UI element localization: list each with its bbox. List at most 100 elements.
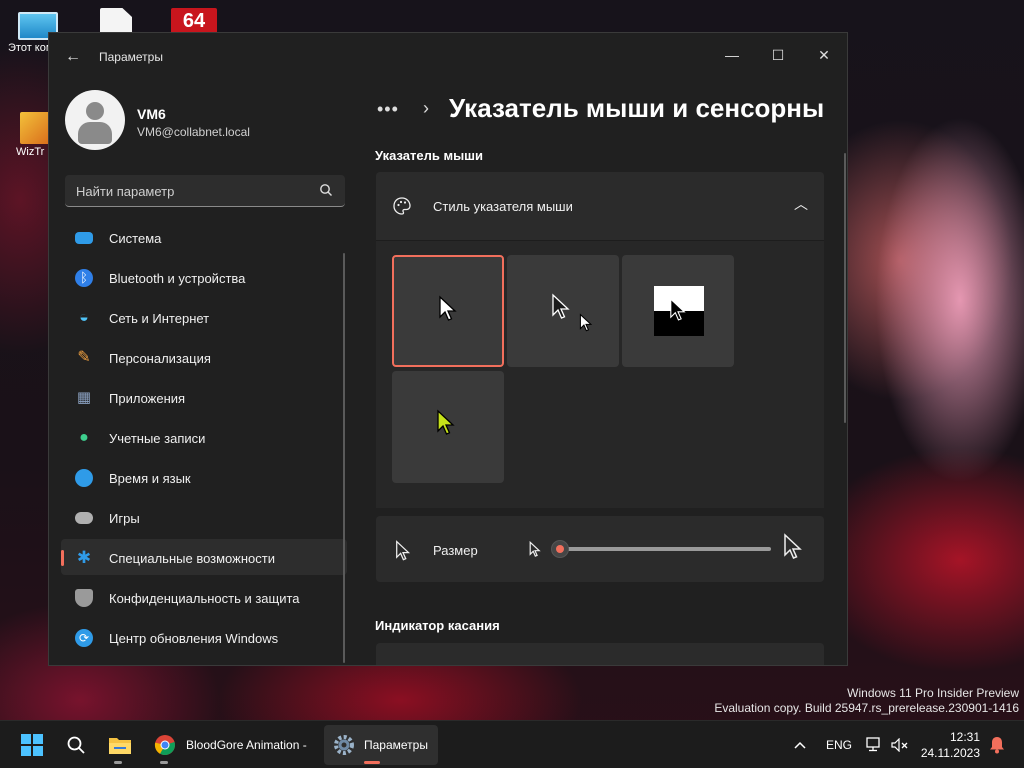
update-icon: ⟳ <box>75 629 93 647</box>
page-title: Указатель мыши и сенсорны <box>449 93 825 123</box>
cursor-black-icon <box>552 293 570 319</box>
sidebar-item-system[interactable]: Система <box>61 219 347 255</box>
cursor-inverted-icon <box>670 297 686 321</box>
watermark-line-2: Evaluation copy. Build 25947.rs_prerelea… <box>714 701 1019 715</box>
sidebar-item-gaming[interactable]: Игры <box>61 499 347 535</box>
search-input[interactable]: Найти параметр <box>65 175 345 207</box>
pointer-style-black[interactable] <box>507 255 619 367</box>
pointer-style-header[interactable]: Стиль указателя мыши ︿ <box>376 172 824 240</box>
clock-date: 24.11.2023 <box>920 746 980 760</box>
show-hidden-icons-button[interactable] <box>788 721 812 768</box>
wifi-icon: ◒ <box>79 309 89 326</box>
title-bar[interactable]: ← Параметры — ☐ ✕ <box>49 33 847 81</box>
taskbar-search-button[interactable] <box>56 725 96 765</box>
sidebar-item-time-language[interactable]: Время и язык <box>61 459 347 495</box>
bell-icon <box>990 737 1004 754</box>
breadcrumb-more-button[interactable]: ••• <box>377 99 399 120</box>
pointer-size-label: Размер <box>433 543 478 558</box>
chrome-icon <box>154 735 175 756</box>
profile-email: VM6@collabnet.local <box>137 125 250 139</box>
pointer-size-slider-thumb[interactable] <box>551 540 569 558</box>
cursor-white-icon <box>439 295 457 321</box>
sidebar-item-accessibility[interactable]: ✱ Специальные возможности <box>61 539 347 575</box>
cursor-white-small-icon <box>579 313 593 332</box>
pointer-style-white[interactable] <box>392 255 504 367</box>
touch-indicator-card[interactable] <box>376 643 824 665</box>
apps-icon: ▦ <box>76 389 92 406</box>
maximize-button[interactable]: ☐ <box>755 39 801 71</box>
section-heading-touch: Индикатор касания <box>375 618 500 633</box>
minimize-button[interactable]: — <box>709 39 755 71</box>
back-arrow-icon[interactable]: ← <box>63 47 83 67</box>
avatar-head <box>86 102 104 120</box>
close-button[interactable]: ✕ <box>801 39 847 71</box>
language-indicator[interactable]: ENG <box>822 721 856 768</box>
shield-icon <box>75 589 93 607</box>
sidebar-item-network[interactable]: ◒ Сеть и Интернет <box>61 299 347 335</box>
pointer-style-card: Стиль указателя мыши ︿ <box>376 172 824 508</box>
network-status-button[interactable] <box>864 721 886 768</box>
sidebar-item-windows-update[interactable]: ⟳ Центр обновления Windows <box>61 619 347 655</box>
sidebar-item-bluetooth[interactable]: ᛒ Bluetooth и устройства <box>61 259 347 295</box>
content-scrollbar[interactable] <box>844 153 846 423</box>
accessibility-icon: ✱ <box>76 548 92 567</box>
pointer-style-options <box>376 240 824 508</box>
small-cursor-icon <box>529 541 541 557</box>
pointer-style-inverted[interactable] <box>622 255 734 367</box>
sidebar-item-label: Персонализация <box>109 351 211 366</box>
taskbar: BloodGore Animation - Параметры ENG 12:3… <box>0 720 1024 768</box>
settings-window: ← Параметры — ☐ ✕ VM6 VM6@collabnet.loca… <box>48 32 848 666</box>
running-indicator <box>160 761 168 764</box>
taskbar-app-label: BloodGore Animation - <box>186 738 307 752</box>
brush-icon: ✎ <box>77 349 91 366</box>
pointer-size-icon <box>396 540 411 561</box>
avatar-body <box>78 122 112 144</box>
sidebar-item-apps[interactable]: ▦ Приложения <box>61 379 347 415</box>
running-indicator <box>114 761 122 764</box>
chevron-up-icon[interactable]: ︿ <box>794 194 808 214</box>
avatar[interactable] <box>65 90 125 150</box>
palette-icon <box>393 197 411 215</box>
sidebar-scrollbar[interactable] <box>343 253 345 663</box>
sidebar-item-label: Конфиденциальность и защита <box>109 591 300 606</box>
file-explorer-button[interactable] <box>100 725 140 765</box>
bluetooth-icon: ᛒ <box>75 269 93 287</box>
profile-name: VM6 <box>137 106 166 122</box>
sidebar-item-accounts[interactable]: ● Учетные записи <box>61 419 347 455</box>
volume-button[interactable] <box>890 721 910 768</box>
sidebar-item-privacy[interactable]: Конфиденциальность и защита <box>61 579 347 615</box>
taskbar-app-settings[interactable]: Параметры <box>324 725 438 765</box>
sidebar-item-label: Центр обновления Windows <box>109 631 279 646</box>
search-placeholder: Найти параметр <box>76 184 175 199</box>
pointer-style-custom[interactable] <box>392 371 504 483</box>
active-indicator <box>364 761 380 764</box>
large-cursor-icon <box>784 533 802 559</box>
sidebar-item-label: Система <box>109 231 162 246</box>
taskbar-clock[interactable]: 12:31 24.11.2023 <box>921 729 980 761</box>
sidebar-item-label: Игры <box>109 511 140 526</box>
sidebar-item-label: Сеть и Интернет <box>109 311 210 326</box>
window-title: Параметры <box>99 50 163 64</box>
windows-watermark: Windows 11 Pro Insider Preview Evaluatio… <box>714 686 1019 716</box>
taskbar-app-label: Параметры <box>364 738 428 752</box>
desktop-icon-label: Этот компьютер <box>8 42 52 54</box>
sidebar-nav: Система ᛒ Bluetooth и устройства ◒ Сеть … <box>61 219 347 659</box>
sidebar-item-label: Учетные записи <box>109 431 206 446</box>
section-heading-pointer: Указатель мыши <box>375 148 484 163</box>
folder-icon <box>109 738 131 754</box>
watermark-line-1: Windows 11 Pro Insider Preview <box>847 686 1019 700</box>
chevron-up-icon <box>794 741 806 749</box>
sidebar-item-personalization[interactable]: ✎ Персонализация <box>61 339 347 375</box>
windows-logo-icon <box>21 734 43 756</box>
gamepad-icon <box>75 512 93 524</box>
gear-icon <box>334 735 354 755</box>
notifications-button[interactable] <box>986 721 1008 768</box>
sidebar-item-label: Специальные возможности <box>109 551 275 566</box>
taskbar-app-chrome[interactable]: BloodGore Animation - <box>146 725 318 765</box>
account-icon: ● <box>79 429 89 446</box>
aida64-icon: 64 <box>171 8 217 34</box>
sidebar-item-label: Время и язык <box>109 471 191 486</box>
start-button[interactable] <box>12 725 52 765</box>
pointer-size-slider-track[interactable] <box>556 547 771 551</box>
breadcrumb-chevron-icon: › <box>423 98 429 118</box>
